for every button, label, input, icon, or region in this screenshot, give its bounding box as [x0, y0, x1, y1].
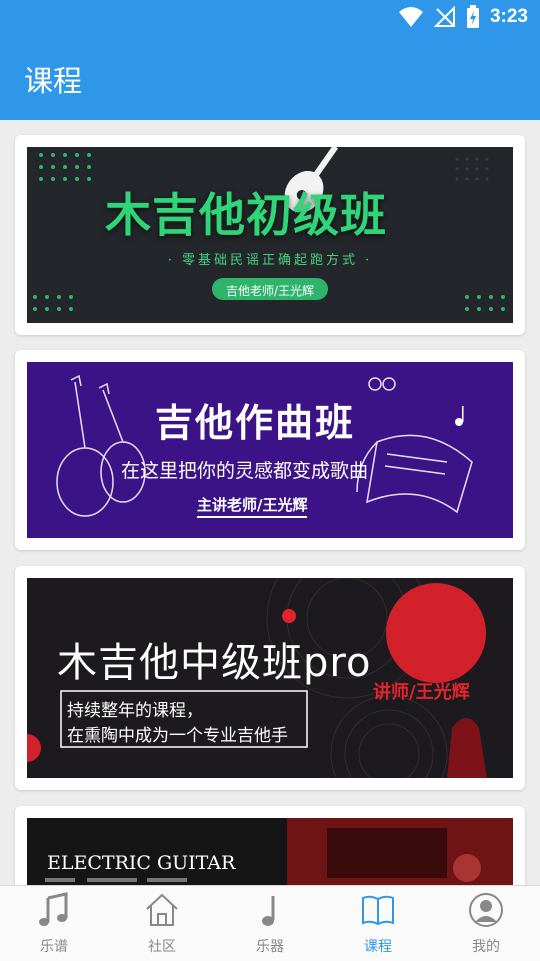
- profile-icon: [469, 893, 503, 927]
- status-time: 3:23: [489, 6, 528, 27]
- course-teacher: 主讲老师/王光辉: [197, 494, 308, 518]
- tab-label: 我的: [472, 939, 500, 955]
- book-icon: [362, 895, 394, 926]
- no-signal-icon: [433, 6, 455, 27]
- tab-label: 课程: [364, 939, 392, 955]
- tab-courses[interactable]: 课程: [324, 886, 432, 961]
- tab-sheet-music[interactable]: 乐谱: [0, 886, 108, 961]
- open-book-icon: [356, 434, 473, 514]
- music-note-sketch-icon: [455, 406, 464, 426]
- guitarist-silhouette: [447, 718, 487, 778]
- tab-label: 社区: [148, 939, 176, 955]
- course-card-beginner[interactable]: 木吉他初级班 · 零基础民谣正确起跑方式 · 吉他老师/王光辉: [15, 135, 525, 335]
- course-title: 木吉他初级班: [105, 188, 387, 242]
- page-title: 课程: [24, 64, 83, 98]
- guitar-sketch-icon: [56, 374, 146, 517]
- course-subtitle: · 零基础民谣正确起跑方式 ·: [167, 253, 373, 268]
- music-note-icon: [39, 892, 68, 926]
- tab-label: 乐器: [256, 939, 284, 955]
- course-teacher: 吉他老师/王光辉: [225, 284, 315, 298]
- tab-profile[interactable]: 我的: [432, 886, 540, 961]
- battery-icon: [466, 5, 479, 28]
- course-card-electric[interactable]: ELECTRIC GUITAR: [15, 806, 525, 896]
- app-bar: 课程: [0, 36, 540, 120]
- course-line-2: 在熏陶中成为一个专业吉他手: [67, 726, 288, 746]
- course-line-1: 持续整年的课程，: [67, 701, 203, 721]
- wifi-icon: [398, 7, 423, 27]
- glasses-icon: [368, 377, 396, 391]
- course-card-composition[interactable]: 吉他作曲班 在这里把你的灵感都变成歌曲 主讲老师/王光辉: [15, 350, 525, 550]
- course-title: ELECTRIC GUITAR: [47, 852, 236, 874]
- course-banner-beginner[interactable]: 木吉他初级班 · 零基础民谣正确起跑方式 · 吉他老师/王光辉: [27, 147, 513, 323]
- bottom-tab-bar: 乐谱 社区 乐器 课程 我的: [0, 885, 540, 961]
- single-note-icon: [262, 896, 275, 926]
- tab-community[interactable]: 社区: [108, 886, 216, 961]
- course-teacher: 讲师/王光辉: [373, 682, 470, 703]
- status-icons: 3:23: [398, 5, 528, 29]
- course-title: 吉他作曲班: [155, 401, 356, 445]
- course-banner-intermediate[interactable]: 木吉他中级班pro 持续整年的课程， 在熏陶中成为一个专业吉他手 讲师/王光辉: [27, 578, 513, 778]
- course-title: 木吉他中级班pro: [57, 640, 372, 686]
- home-icon: [146, 893, 178, 926]
- tab-label: 乐谱: [40, 939, 68, 955]
- course-card-intermediate[interactable]: 木吉他中级班pro 持续整年的课程， 在熏陶中成为一个专业吉他手 讲师/王光辉: [15, 566, 525, 790]
- tab-instruments[interactable]: 乐器: [216, 886, 324, 961]
- course-banner-composition[interactable]: 吉他作曲班 在这里把你的灵感都变成歌曲 主讲老师/王光辉: [27, 362, 513, 538]
- course-subtitle: 在这里把你的灵感都变成歌曲: [121, 460, 369, 482]
- status-bar: 3:23: [0, 0, 540, 36]
